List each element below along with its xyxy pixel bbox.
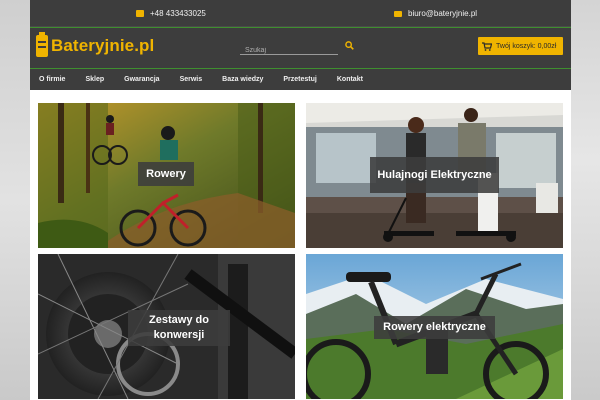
background-right [570,0,600,400]
tile-zestawy[interactable]: Zestawy do konwersji [38,254,295,399]
nav-item-sklep[interactable]: Sklep [85,76,104,83]
battery-icon [36,32,48,57]
nav-item-serwis[interactable]: Serwis [180,76,203,83]
tile-label-rowery[interactable]: Rowery [138,162,194,186]
phone-icon [136,10,144,17]
nav-item-gwarancja[interactable]: Gwarancja [124,76,159,83]
search-field [240,39,338,58]
main-nav: O firmie Sklep Gwarancja Serwis Baza wie… [30,68,571,90]
nav-item-kontakt[interactable]: Kontakt [337,76,363,83]
tile-label-rowery-elektryczne[interactable]: Rowery elektryczne [374,316,495,339]
top-contact-bar: +48 433433025 biuro@bateryjnie.pl [30,0,571,27]
phone-number[interactable]: +48 433433025 [150,9,206,18]
mail-icon [394,10,402,17]
nav-item-przetestuj[interactable]: Przetestuj [283,76,316,83]
tile-hulajnogi[interactable]: Hulajnogi Elektryczne [306,103,563,248]
background-left [0,0,30,400]
category-tiles: Rowery Hulajnogi Elektryczne Zestawy do … [30,97,571,400]
cart-label: Twój koszyk: 0,00zł [496,42,557,50]
cart-icon [482,41,492,51]
email-contact[interactable]: biuro@bateryjnie.pl [394,9,477,18]
tile-rowery-elektryczne[interactable]: Rowery elektryczne [306,254,563,399]
page: +48 433433025 biuro@bateryjnie.pl Batery… [30,0,571,400]
phone-contact[interactable]: +48 433433025 [136,9,206,18]
logo[interactable]: Bateryjnie.pl [36,32,154,57]
tile-label-zestawy[interactable]: Zestawy do konwersji [128,310,230,346]
logo-text[interactable]: Bateryjnie.pl [51,36,154,56]
nav-item-o-firmie[interactable]: O firmie [39,76,65,83]
tile-label-hulajnogi[interactable]: Hulajnogi Elektryczne [370,157,499,193]
tile-rowery[interactable]: Rowery [38,103,295,248]
email-address[interactable]: biuro@bateryjnie.pl [408,9,477,18]
nav-item-baza-wiedzy[interactable]: Baza wiedzy [222,76,263,83]
search-input[interactable] [240,43,330,58]
nav-spacer [30,90,571,97]
cart-button[interactable]: Twój koszyk: 0,00zł [478,37,563,55]
site-header: Bateryjnie.pl Twój koszyk: 0,00zł [30,28,571,68]
search-icon[interactable] [345,41,354,50]
